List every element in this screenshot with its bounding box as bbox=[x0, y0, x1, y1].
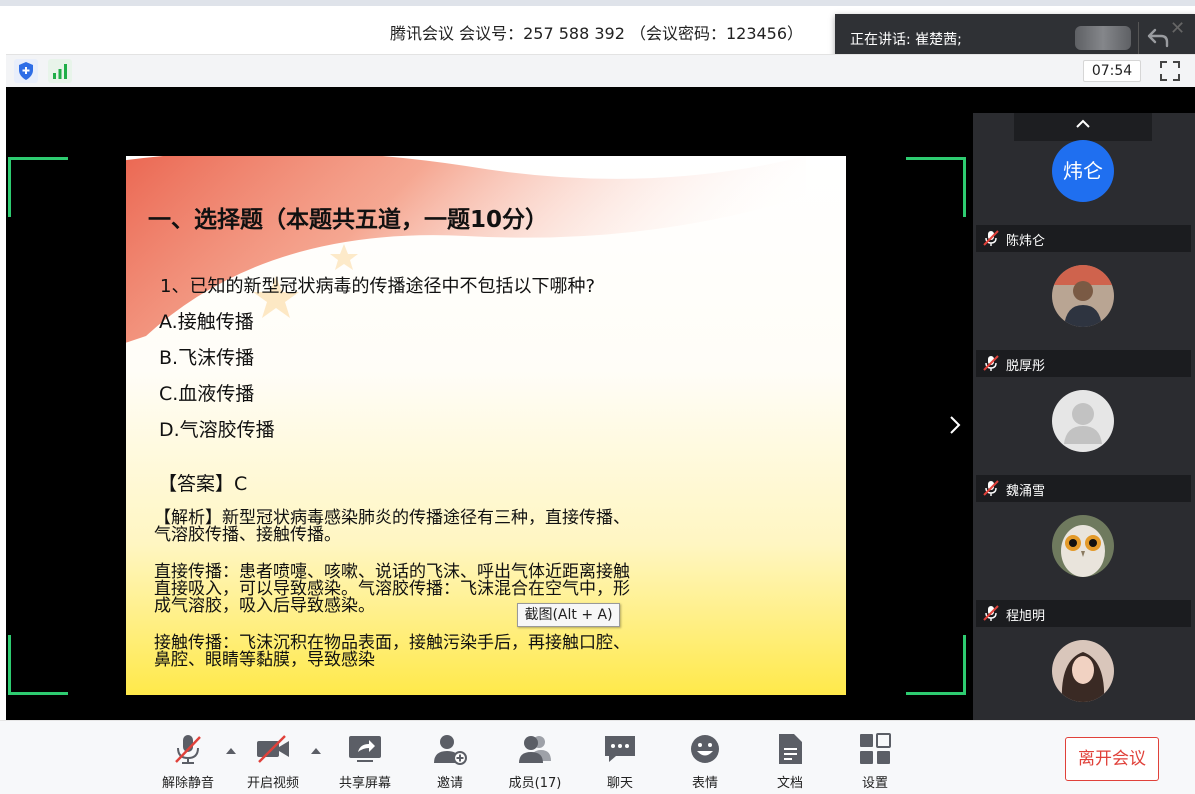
nameplate: 程旭明 bbox=[976, 600, 1191, 627]
speaking-label: 正在讲话: 崔楚茜; bbox=[850, 32, 962, 48]
status-bar: 07:54 bbox=[6, 54, 1195, 87]
panel-header bbox=[973, 87, 1195, 113]
avatar bbox=[1052, 390, 1114, 452]
docs-label: 文档 bbox=[776, 776, 803, 791]
start-video-label: 开启视频 bbox=[246, 776, 299, 791]
start-video-button[interactable]: 开启视频 bbox=[238, 721, 308, 794]
caret-up-icon[interactable] bbox=[225, 747, 237, 755]
docs-button[interactable]: 文档 bbox=[755, 721, 825, 794]
mic-off-icon bbox=[175, 735, 201, 764]
slide-title: 一、选择题（本题共五道，一题10分） bbox=[148, 207, 549, 233]
chat-button[interactable]: 聊天 bbox=[585, 721, 655, 794]
mic-off-icon bbox=[983, 230, 999, 246]
participant-name: 程旭明 bbox=[1006, 609, 1046, 624]
question-text: 1、已知的新型冠状病毒的传播途径中不包括以下哪种? bbox=[160, 276, 596, 297]
members-icon bbox=[519, 736, 551, 763]
chat-label: 聊天 bbox=[606, 776, 633, 791]
mic-off-icon bbox=[983, 355, 999, 371]
invite-button[interactable]: 邀请 bbox=[415, 721, 485, 794]
document-icon bbox=[779, 734, 802, 764]
video-off-icon bbox=[257, 735, 289, 763]
shared-screen: 一、选择题（本题共五道，一题10分） 1、已知的新型冠状病毒的传播途径中不包括以… bbox=[6, 87, 973, 720]
share-screen-button[interactable]: 共享屏幕 bbox=[330, 721, 400, 794]
participant-tile[interactable]: 脱厚彤 bbox=[973, 255, 1195, 380]
settings-label: 设置 bbox=[861, 776, 888, 791]
participant-tile[interactable]: 魏涌雪 bbox=[973, 380, 1195, 505]
option-d: D.气溶胶传播 bbox=[159, 419, 275, 441]
avatar bbox=[1052, 640, 1114, 702]
participant-name: 陈炜仑 bbox=[1006, 234, 1046, 249]
screenshot-tooltip: 截图(Alt + A) bbox=[517, 603, 620, 627]
frame-corner bbox=[8, 635, 68, 695]
avatar: 炜仑 bbox=[1052, 140, 1114, 202]
meeting-timer: 07:54 bbox=[1083, 60, 1141, 82]
avatar bbox=[1052, 265, 1114, 327]
option-a: A.接触传播 bbox=[159, 311, 254, 333]
participant-tile[interactable]: 程旭明 bbox=[973, 505, 1195, 630]
chevron-up-icon bbox=[1076, 119, 1090, 128]
share-screen-icon bbox=[349, 736, 381, 762]
analysis-line: 鼻腔、眼睛等黏膜，导致感染 bbox=[154, 650, 375, 670]
unmute-button[interactable]: 解除静音 bbox=[153, 721, 223, 794]
emoji-icon bbox=[691, 735, 719, 763]
participant-name: 脱厚彤 bbox=[1006, 359, 1046, 374]
leave-meeting-button[interactable]: 离开会议 bbox=[1065, 737, 1159, 781]
option-c: C.血液传播 bbox=[159, 383, 255, 405]
analysis-paragraph: 接触传播：飞沫沉积在物品表面，接触污染手后，再接触口腔、 鼻腔、眼睛等黏膜，导致… bbox=[154, 635, 630, 669]
share-screen-label: 共享屏幕 bbox=[338, 776, 391, 791]
invite-label: 邀请 bbox=[436, 776, 463, 791]
emoji-button[interactable]: 表情 bbox=[670, 721, 740, 794]
chevron-right-icon[interactable] bbox=[946, 413, 964, 437]
presentation-slide: 一、选择题（本题共五道，一题10分） 1、已知的新型冠状病毒的传播途径中不包括以… bbox=[126, 156, 846, 695]
option-b: B.飞沫传播 bbox=[159, 347, 255, 369]
nameplate: 脱厚彤 bbox=[976, 350, 1191, 377]
close-icon[interactable]: ✕ bbox=[1170, 18, 1185, 39]
mic-off-icon bbox=[983, 605, 999, 621]
reply-icon[interactable] bbox=[1145, 24, 1171, 50]
frame-corner bbox=[8, 157, 68, 217]
grid-icon bbox=[860, 733, 891, 764]
meeting-toolbar: 解除静音 开启视频 共享屏幕 邀请 成员(17) 聊天 表情 文档 设置 离开会… bbox=[0, 720, 1195, 794]
meeting-title: 腾讯会议 会议号：257 588 392 （会议密码：123456） bbox=[390, 24, 804, 43]
members-button[interactable]: 成员(17) bbox=[500, 721, 570, 794]
mic-off-icon bbox=[983, 480, 999, 496]
avatar bbox=[1052, 515, 1114, 577]
emoji-label: 表情 bbox=[691, 776, 718, 791]
settings-button[interactable]: 设置 bbox=[840, 721, 910, 794]
divider bbox=[1138, 22, 1139, 54]
nameplate: 魏涌雪 bbox=[976, 475, 1191, 502]
blurred-logo bbox=[1075, 26, 1131, 50]
participant-tile[interactable]: 炜仑 陈炜仑 bbox=[973, 130, 1195, 255]
shield-icon[interactable] bbox=[14, 59, 38, 83]
participant-panel[interactable]: 炜仑 陈炜仑 脱厚彤 魏涌雪 程旭明 bbox=[973, 113, 1195, 720]
answer-text: 【答案】C bbox=[158, 473, 248, 495]
unmute-label: 解除静音 bbox=[161, 776, 214, 791]
analysis-line: 气溶胶传播、接触传播。 bbox=[154, 525, 341, 545]
participant-tile[interactable] bbox=[973, 630, 1195, 720]
frame-corner bbox=[906, 635, 966, 695]
chat-icon bbox=[605, 736, 635, 762]
analysis-paragraph: 【解析】新型冠状病毒感染肺炎的传播途径有三种，直接传播、 气溶胶传播、接触传播。 bbox=[154, 510, 630, 544]
caret-up-icon[interactable] bbox=[310, 747, 322, 755]
frame-corner bbox=[906, 157, 966, 217]
participant-name: 魏涌雪 bbox=[1006, 484, 1046, 499]
signal-icon[interactable] bbox=[48, 59, 72, 83]
nameplate: 陈炜仑 bbox=[976, 225, 1191, 252]
flag-decoration bbox=[126, 156, 806, 343]
members-label: 成员(17) bbox=[508, 776, 562, 791]
add-user-icon bbox=[434, 735, 467, 765]
fullscreen-icon[interactable] bbox=[1158, 59, 1182, 83]
